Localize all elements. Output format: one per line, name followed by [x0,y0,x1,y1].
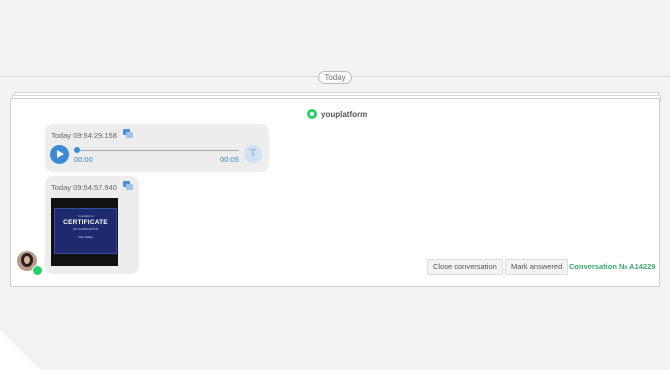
page-corner [0,330,40,370]
certificate-brand: Youplatform [77,214,94,218]
conversation-number[interactable]: Conversation № A14229 [569,262,655,271]
close-conversation-button[interactable]: Close conversation [427,259,503,275]
translate-icon[interactable] [123,181,133,190]
certificate-subtitle: OF COMPLETION [73,227,98,231]
audio-current-time: 00:00 [74,155,93,164]
seek-handle[interactable] [74,147,80,153]
whatsapp-badge-icon [32,265,43,276]
message-timestamp: Today 09:54:57.940 [51,183,117,192]
certificate-image: Youplatform CERTIFICATE OF COMPLETION Yo… [54,208,117,254]
certificate-name: Your Name [78,235,93,239]
conversation-card: youplatform Today 09:54:29.158 00:00 00:… [10,98,660,287]
audio-message: Today 09:54:29.158 00:00 00:05 T [45,124,269,172]
image-message: Today 09:54:57.940 Youplatform CERTIFICA… [45,176,139,274]
whatsapp-icon [307,109,317,119]
audio-duration: 00:05 [220,155,239,164]
date-label: Today [318,71,352,84]
audio-seek-bar[interactable] [75,150,239,151]
channel-header: youplatform [307,108,367,120]
translate-icon[interactable] [123,129,133,138]
message-timestamp: Today 09:54:29.158 [51,131,117,140]
channel-name: youplatform [321,109,368,119]
transcribe-button[interactable]: T [244,145,262,163]
image-attachment[interactable]: Youplatform CERTIFICATE OF COMPLETION Yo… [51,198,118,266]
certificate-title: CERTIFICATE [63,219,108,226]
play-button[interactable] [50,145,69,164]
mark-answered-button[interactable]: Mark answered [505,259,569,275]
